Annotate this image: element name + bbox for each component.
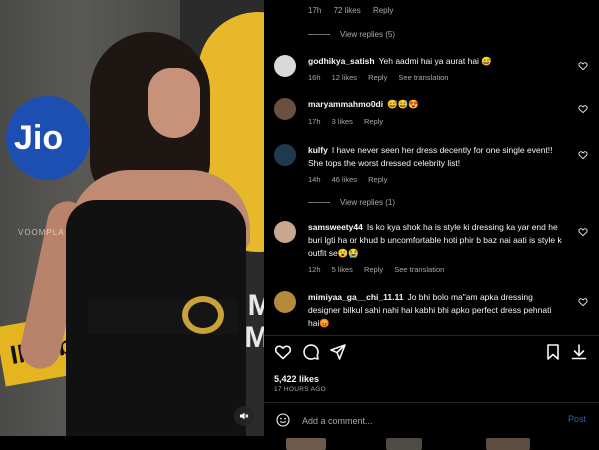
comment-icon[interactable] — [302, 343, 320, 361]
person-face — [148, 68, 200, 138]
previous-comment-meta: 17h 72 likes Reply — [308, 6, 403, 15]
reply-link[interactable]: Reply — [368, 73, 387, 82]
reply-link[interactable]: Reply — [364, 265, 383, 274]
comment-text: Yeh aadmi hai ya aurat hai 😅 — [378, 56, 492, 66]
jio-logo: Jio — [6, 96, 90, 180]
post-comment-button[interactable]: Post — [568, 414, 586, 424]
comment-text: I have never seen her dress decently for… — [308, 145, 553, 168]
see-translation-link[interactable]: See translation — [394, 265, 444, 274]
download-icon[interactable] — [570, 343, 588, 361]
thumbnail[interactable] — [286, 438, 326, 450]
avatar[interactable] — [274, 291, 296, 313]
comment-username[interactable]: maryammahmo0di — [308, 99, 383, 109]
post-video[interactable]: Jio UMLM IMDb VOOMPLA — [0, 0, 264, 436]
comment-meta: 16h 12 likes Reply See translation — [308, 73, 457, 82]
heart-icon[interactable] — [578, 104, 588, 114]
page-below-strip — [0, 436, 599, 450]
avatar[interactable] — [274, 221, 296, 243]
comment-meta: 14h 46 likes Reply — [308, 175, 396, 184]
comment-time: 16h — [308, 73, 321, 82]
comment-time: 14h — [308, 175, 321, 184]
comment-meta: 12h 5 likes Reply See translation — [308, 265, 453, 274]
heart-icon[interactable] — [274, 343, 292, 361]
mute-button[interactable] — [234, 406, 254, 426]
video-watermark: VOOMPLA — [18, 228, 65, 237]
comment-likes[interactable]: 5 likes — [332, 265, 353, 274]
divider — [264, 335, 599, 336]
comments-panel: 17h 72 likes Reply View replies (5) godh… — [264, 0, 599, 436]
add-comment-input[interactable] — [300, 412, 554, 430]
heart-icon[interactable] — [578, 297, 588, 307]
avatar[interactable] — [274, 98, 296, 120]
reply-link[interactable]: Reply — [373, 6, 393, 15]
post-actions — [264, 343, 599, 363]
comment-likes[interactable]: 72 likes — [334, 6, 361, 15]
comment-username[interactable]: mimiyaa_ga__chi_11.11 — [308, 292, 403, 302]
reply-link[interactable]: Reply — [364, 117, 383, 126]
comment-time: 17h — [308, 117, 321, 126]
divider-line — [308, 202, 330, 204]
emoji-icon[interactable] — [276, 413, 290, 427]
comment-text: 😅😅😍 — [387, 99, 419, 109]
view-replies-toggle[interactable]: View replies (5) — [308, 30, 395, 39]
heart-icon[interactable] — [578, 150, 588, 160]
comment-username[interactable]: samsweety44 — [308, 222, 363, 232]
likes-count[interactable]: 5,422 likes — [274, 374, 319, 384]
comment-time: 17h — [308, 6, 322, 15]
view-replies-label: View replies (5) — [340, 30, 395, 39]
belt-buckle — [182, 296, 224, 334]
comment-likes[interactable]: 12 likes — [332, 73, 357, 82]
see-translation-link[interactable]: See translation — [398, 73, 448, 82]
avatar[interactable] — [274, 144, 296, 166]
comment-body: godhikya_satish Yeh aadmi hai ya aurat ha… — [308, 55, 562, 68]
reply-link[interactable]: Reply — [368, 175, 387, 184]
comment-time: 12h — [308, 265, 321, 274]
comment-body: kulfy I have never seen her dress decentl… — [308, 144, 562, 170]
divider-line — [308, 34, 330, 36]
comment-body: samsweety44 Is ko kya shok ha is style ki… — [308, 221, 562, 260]
thumbnail[interactable] — [486, 438, 530, 450]
comment-likes[interactable]: 3 likes — [332, 117, 353, 126]
heart-icon[interactable] — [578, 227, 588, 237]
comment-username[interactable]: godhikya_satish — [308, 56, 375, 66]
add-comment-row: Post — [264, 405, 599, 435]
bookmark-icon[interactable] — [544, 343, 562, 361]
view-replies-toggle[interactable]: View replies (1) — [308, 198, 395, 207]
avatar[interactable] — [274, 55, 296, 77]
heart-icon[interactable] — [578, 61, 588, 71]
comment-body: mimiyaa_ga__chi_11.11 Jo bhi bolo ma"am a… — [308, 291, 562, 330]
divider — [264, 402, 599, 403]
post-timestamp: 17 HOURS AGO — [274, 386, 327, 393]
comment-meta: 17h 3 likes Reply — [308, 117, 392, 126]
thumbnail[interactable] — [386, 438, 422, 450]
comment-likes[interactable]: 46 likes — [332, 175, 357, 184]
speaker-muted-icon — [240, 412, 249, 420]
comment-body: maryammahmo0di 😅😅😍 — [308, 98, 562, 111]
view-replies-label: View replies (1) — [340, 198, 395, 207]
comment-username[interactable]: kulfy — [308, 145, 328, 155]
share-icon[interactable] — [329, 343, 347, 361]
